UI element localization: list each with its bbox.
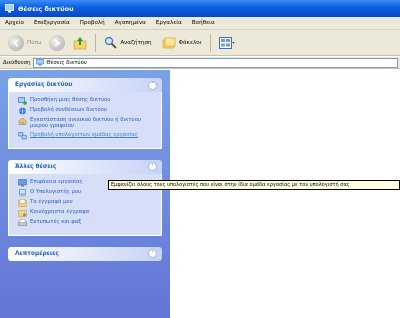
task-view-network-connections[interactable]: Προβολή συνδέσεων δικτύου [18,107,157,115]
collapse-chevron-icon[interactable]: ˄ [148,162,157,172]
place-shared-documents[interactable]: Κοινόχρηστα έγγραφα [18,209,157,217]
expand-chevron-icon[interactable]: ˅ [148,249,157,259]
menu-edit[interactable]: Επεξεργασία [34,20,70,26]
back-label: Πίσω [27,39,42,46]
other-places-header[interactable]: Άλλες θέσεις ˄ [8,159,162,174]
address-label: Διεύθυνση [3,59,31,66]
printers-icon [18,219,27,226]
setup-network-icon [18,117,27,125]
forward-button[interactable] [49,34,66,51]
folders-icon [162,37,175,48]
views-button[interactable] [217,33,237,53]
menu-help[interactable]: Βοήθεια [192,20,215,26]
menu-file[interactable]: Αρχείο [5,20,24,26]
network-places-icon [36,59,45,66]
collapse-chevron-icon[interactable]: ˄ [148,80,157,90]
network-tasks-title: Εργασίες δικτύου [15,82,73,88]
menu-view[interactable]: Προβολή [80,20,105,26]
workgroup-computers-icon [18,132,27,140]
network-connections-icon [19,107,26,115]
back-button[interactable]: Πίσω [6,33,43,53]
menu-bar: Αρχείο Επεξεργασία Προβολή Αγαπημένα Εργ… [0,17,400,30]
add-place-icon [18,97,27,105]
other-places-panel: Άλλες θέσεις ˄ Επιφάνεια εργασίας Ο Υπολ… [8,159,162,236]
network-tasks-panel: Εργασίες δικτύου ˄ Προσθήκη μιας θέσης δ… [8,78,162,149]
content-area[interactable] [170,70,400,318]
network-tasks-list: Προσθήκη μιας θέσης δικτύου Προβολή συνδ… [8,92,162,149]
place-printers-faxes[interactable]: Εκτυπωτές και φαξ [18,219,157,227]
folders-button[interactable]: Φάκελοι [160,33,204,53]
search-label: Αναζήτηση [120,39,152,46]
address-value: Θέσεις δικτύου [46,59,87,66]
my-documents-icon [18,199,27,207]
details-title: Λεπτομέρειες [15,250,59,257]
toolbar: Πίσω Αναζήτηση Φάκελοι [0,30,400,56]
details-panel: Λεπτομέρειες ˅ [8,246,162,261]
up-folder-button[interactable] [71,33,89,53]
task-view-workgroup-computers[interactable]: Προβολή υπολογιστών ομάδας εργασίας [18,132,157,140]
menu-tools[interactable]: Εργαλεία [156,20,182,26]
task-pane: Εργασίες δικτύου ˄ Προσθήκη μιας θέσης δ… [0,70,170,318]
toolbar-separator [95,33,97,52]
tooltip: Εμφανίζει όλους τους υπολογιστές που είν… [108,180,400,190]
folders-label: Φάκελοι [178,39,202,46]
menu-favorites[interactable]: Αγαπημένα [115,20,146,26]
up-folder-icon [74,36,87,49]
other-places-title: Άλλες θέσεις [15,163,57,170]
place-my-computer[interactable]: Ο Υπολογιστής μου [18,189,157,197]
views-icon [218,36,235,49]
desktop-icon [18,179,27,187]
toolbar-separator [209,33,211,52]
back-arrow-icon [8,34,24,51]
shared-documents-icon [18,210,27,217]
window-title: Θέσεις δικτύου [18,4,74,13]
place-my-documents[interactable]: Τα έγγραφά μου [18,199,157,207]
details-header[interactable]: Λεπτομέρειες ˅ [8,246,162,261]
search-icon [105,36,117,49]
network-tasks-header[interactable]: Εργασίες δικτύου ˄ [8,78,162,92]
address-bar: Διεύθυνση Θέσεις δικτύου [0,57,400,69]
my-computer-icon [19,189,26,197]
task-setup-home-network[interactable]: Εγκατάσταση οικιακού δικτύου ή δικτύου μ… [18,117,157,130]
task-add-network-place[interactable]: Προσθήκη μιας θέσης δικτύου [18,97,157,105]
search-button[interactable]: Αναζήτηση [102,33,153,53]
address-field[interactable]: Θέσεις δικτύου [33,57,398,68]
title-bar: Θέσεις δικτύου [0,0,400,17]
network-places-icon [5,4,14,13]
